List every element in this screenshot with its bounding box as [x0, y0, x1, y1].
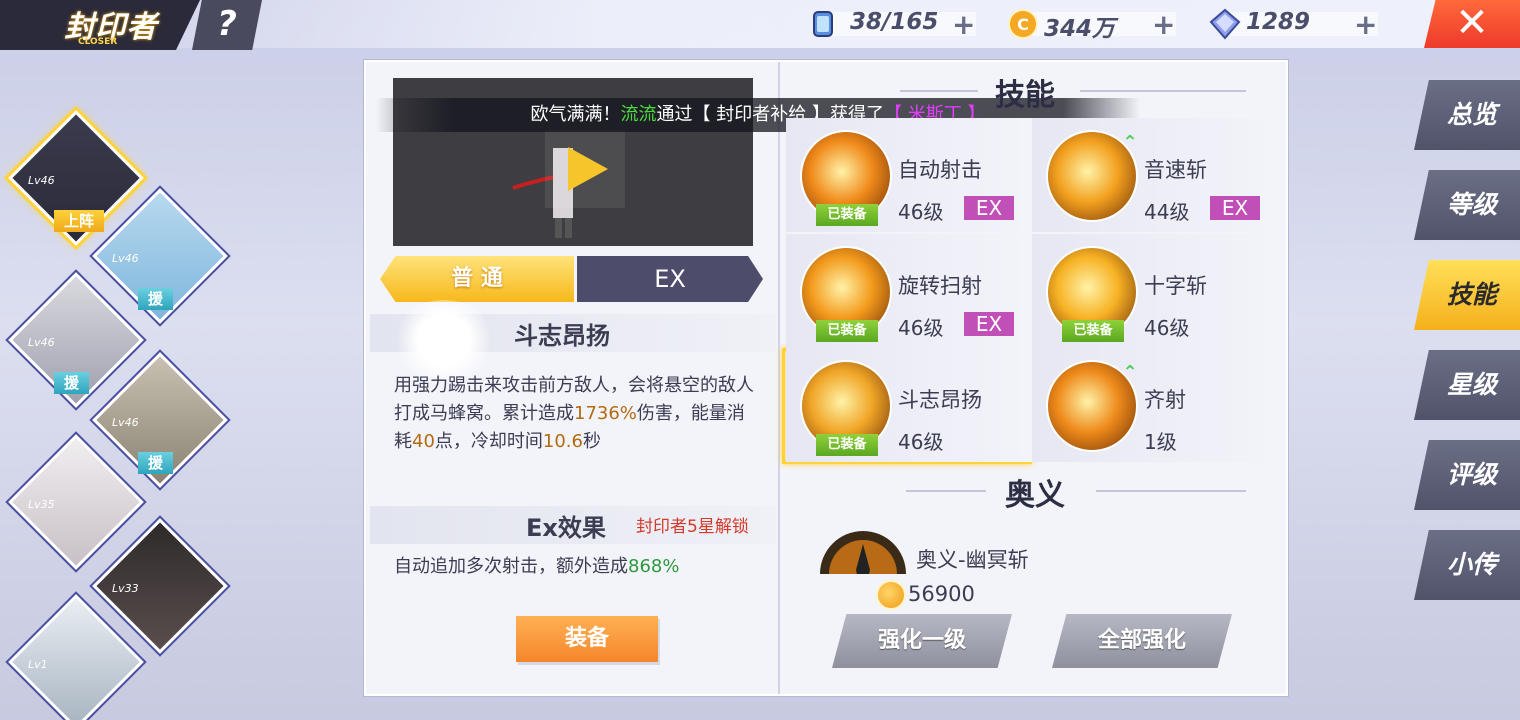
skill-name: 十字斩 [1144, 274, 1207, 298]
ultimate-skill-icon[interactable] [818, 530, 908, 574]
skill-level: 46级 [898, 200, 944, 224]
upgrade-cost: 56900 [908, 582, 975, 606]
support-tag: 援 [138, 288, 174, 310]
desc-energy-value: 40 [412, 431, 435, 452]
character-level: Lv33 [112, 582, 139, 595]
diamond-resource: 1289 + [1208, 8, 1388, 41]
svg-text:C: C [1017, 15, 1029, 34]
equipped-badge: 已装备 [816, 434, 878, 456]
diamond-add-button[interactable]: + [1354, 8, 1377, 41]
ultimate-section-title: 奥义 [1005, 478, 1065, 513]
deployed-tag: 上阵 [54, 210, 105, 232]
skill-name: 自动射击 [898, 158, 982, 182]
panel-divider [778, 62, 780, 694]
stamina-value: 38/165 [850, 9, 939, 35]
desc-text: 秒 [582, 431, 601, 452]
character-level: Lv1 [28, 658, 48, 671]
gold-value: 344万 [1044, 16, 1116, 42]
ex-desc-text: 自动追加多次射击，额外造成 [394, 556, 628, 577]
selected-skill-name: 斗志昂扬 [514, 322, 610, 350]
play-icon [568, 147, 608, 191]
character-level: Lv46 [112, 252, 139, 265]
gold-add-button[interactable]: + [1152, 8, 1175, 41]
skill-level: 1级 [1144, 430, 1177, 454]
desc-damage-value: 1736% [574, 403, 637, 424]
skill-level: 46级 [1144, 316, 1190, 340]
skill-glow-decoration [392, 300, 496, 380]
character-level: Lv46 [28, 174, 55, 187]
ex-desc-value: 868% [628, 556, 680, 577]
coin-icon: C [1008, 9, 1038, 39]
energy-cell-icon [813, 11, 833, 37]
tab-normal[interactable]: 普 通 [380, 256, 574, 302]
upgrade-available-icon: ⌃ [1122, 362, 1138, 383]
skill-name: 旋转扫射 [898, 274, 982, 298]
game-subtitle: CLOSER [78, 37, 118, 47]
ex-badge: EX [964, 196, 1014, 220]
skill-level: 46级 [898, 430, 944, 454]
gold-resource: C 344万 + [1006, 8, 1186, 42]
ex-unlock-condition: 封印者5星解锁 [636, 517, 749, 537]
equipped-badge: 已装备 [816, 320, 878, 342]
skill-name: 斗志昂扬 [898, 388, 982, 412]
nav-tab-3[interactable]: 技能 [1414, 260, 1520, 330]
nav-tab-5[interactable]: 评级 [1414, 440, 1520, 510]
nav-tab-2[interactable]: 等级 [1414, 170, 1520, 240]
character-level: Lv46 [28, 336, 55, 349]
skill-name: 齐射 [1144, 388, 1186, 412]
selected-skill-description: 用强力踢击来攻击前方敌人，会将悬空的敌人打成马蜂窝。累计造成1736%伤害，能量… [394, 372, 758, 456]
desc-text: 点，冷却时间 [434, 431, 543, 452]
skills-section-title: 技能 [995, 78, 1055, 113]
ex-badge: EX [1210, 196, 1260, 220]
divider-line [900, 90, 978, 92]
character-level: Lv35 [28, 498, 55, 511]
ultimate-skill-name: 奥义-幽冥斩 [916, 548, 1029, 572]
support-tag: 援 [138, 452, 174, 474]
ex-effect-title: Ex效果 [526, 514, 606, 542]
nav-tab-1[interactable]: 总览 [1414, 80, 1520, 150]
notice-player-name: 流流 [620, 104, 657, 125]
divider-line [906, 490, 986, 492]
game-title-badge: 封印者 CLOSER [0, 0, 200, 50]
close-button[interactable]: ✕ [1424, 0, 1520, 48]
equipped-badge: 已装备 [1062, 320, 1124, 342]
upgrade-all-button[interactable]: 全部强化 [1052, 614, 1232, 668]
divider-line [1080, 90, 1246, 92]
nav-tab-4[interactable]: 星级 [1414, 350, 1520, 420]
nav-tab-6[interactable]: 小传 [1414, 530, 1520, 600]
skill-level: 44级 [1144, 200, 1190, 224]
skill-name: 音速斩 [1144, 158, 1207, 182]
coin-icon [876, 580, 906, 610]
character-level: Lv46 [112, 416, 139, 429]
stamina-add-button[interactable]: + [952, 8, 975, 41]
skill-level: 46级 [898, 316, 944, 340]
support-tag: 援 [54, 372, 90, 394]
diamond-icon [1209, 8, 1241, 40]
help-button[interactable]: ? [192, 0, 262, 50]
ex-badge: EX [964, 312, 1014, 336]
tab-ex[interactable]: EX [577, 256, 763, 302]
desc-cooldown-value: 10.6 [542, 431, 583, 452]
stamina-resource: 38/165 + [806, 8, 986, 41]
equipped-badge: 已装备 [816, 204, 878, 226]
upgrade-available-icon: ⌃ [1122, 132, 1138, 153]
upgrade-one-level-button[interactable]: 强化一级 [832, 614, 1012, 668]
equip-button[interactable]: 装备 [516, 616, 658, 662]
ex-effect-description: 自动追加多次射击，额外造成868% [394, 552, 679, 578]
diamond-value: 1289 [1246, 9, 1311, 35]
notice-prefix: 欧气满满！ [530, 104, 621, 125]
divider-line [1096, 490, 1246, 492]
